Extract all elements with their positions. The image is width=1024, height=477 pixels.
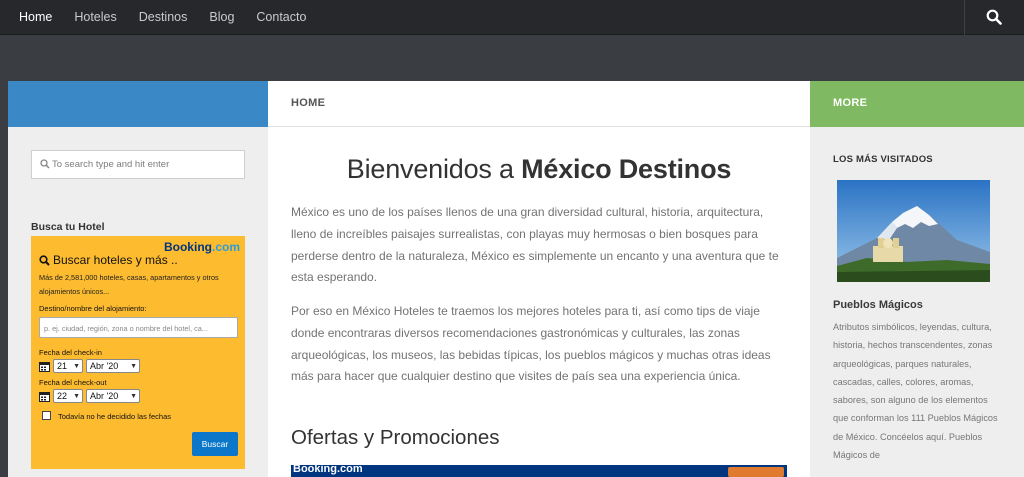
banner-badge [728,467,784,477]
pueblos-magicos-title[interactable]: Pueblos Mágicos [833,299,923,311]
booking-logo: Booking.com [163,240,240,254]
booking-title: Buscar hoteles y más .. [39,253,178,267]
checkin-day-select[interactable]: 21 ▼ [53,359,83,373]
second-paragraph: Por eso en México Hoteles te traemos los… [291,304,771,384]
booking-widget-title: Busca tu Hotel [31,221,105,233]
more-header-label: MORE [833,97,868,109]
search-icon [40,159,50,169]
breadcrumb-header: HOME [268,81,810,127]
search-toggle-button[interactable] [964,0,1024,35]
right-sidebar: LOS MÁS VISITADOS Pueblos Mágicos Atribu… [810,127,1024,477]
left-column-header [8,81,268,127]
left-sidebar: Busca tu Hotel Booking.com Buscar hotele… [8,127,268,477]
checkout-month-select[interactable]: Abr '20 ▼ [86,389,140,403]
nav-contacto[interactable]: Contacto [245,0,317,35]
banner-logo: Booking.com [293,465,363,475]
intro-paragraph: México es uno de los países llenos de un… [291,205,779,285]
main-content: Bienvenidos a México Destinos México es … [268,127,810,477]
top-navbar: Home Hoteles Destinos Blog Contacto [0,0,1024,35]
checkin-month-select[interactable]: Abr '20 ▼ [86,359,140,373]
checkout-label: Fecha del check-out [39,378,107,387]
destination-input[interactable] [40,319,237,338]
most-visited-title: LOS MÁS VISITADOS [833,154,933,165]
breadcrumb-home[interactable]: HOME [291,97,325,109]
destination-label: Destino/nombre del alojamiento: [39,304,147,313]
calendar-icon[interactable] [39,391,50,402]
checkout-row: 22 ▼ Abr '20 ▼ [39,389,140,403]
pueblos-magicos-text: Atributos simbólicos, leyendas, cultura,… [833,322,998,461]
search-icon [986,9,1002,25]
no-dates-label: Todavía no he decidido las fechas [58,412,171,421]
checkout-day-select[interactable]: 22 ▼ [53,389,83,403]
main-nav: Home Hoteles Destinos Blog Contacto [8,0,317,35]
nav-destinos[interactable]: Destinos [128,0,199,35]
nav-blog[interactable]: Blog [198,0,245,35]
booking-description: Más de 2,581,000 hoteles, casas, apartam… [39,273,219,296]
pueblos-magicos-image[interactable] [837,180,990,282]
nav-hoteles[interactable]: Hoteles [63,0,127,35]
page-title: Bienvenidos a México Destinos [346,154,732,184]
offers-section-title: Ofertas y Promociones [291,426,500,449]
search-icon [39,254,50,266]
booking-widget: Booking.com Buscar hoteles y más .. Más … [31,236,245,469]
checkin-row: 21 ▼ Abr '20 ▼ [39,359,140,373]
booking-banner[interactable]: Booking.com [291,465,787,477]
no-dates-checkbox[interactable] [42,411,51,420]
right-column-header: MORE [810,81,1024,127]
sidebar-search-box [31,150,245,179]
calendar-icon[interactable] [39,361,50,372]
checkin-label: Fecha del check-in [39,348,102,357]
booking-search-button[interactable]: Buscar [192,432,238,456]
destination-field-wrap [39,317,238,338]
sidebar-search-input[interactable] [52,156,240,173]
nav-home[interactable]: Home [8,0,63,35]
